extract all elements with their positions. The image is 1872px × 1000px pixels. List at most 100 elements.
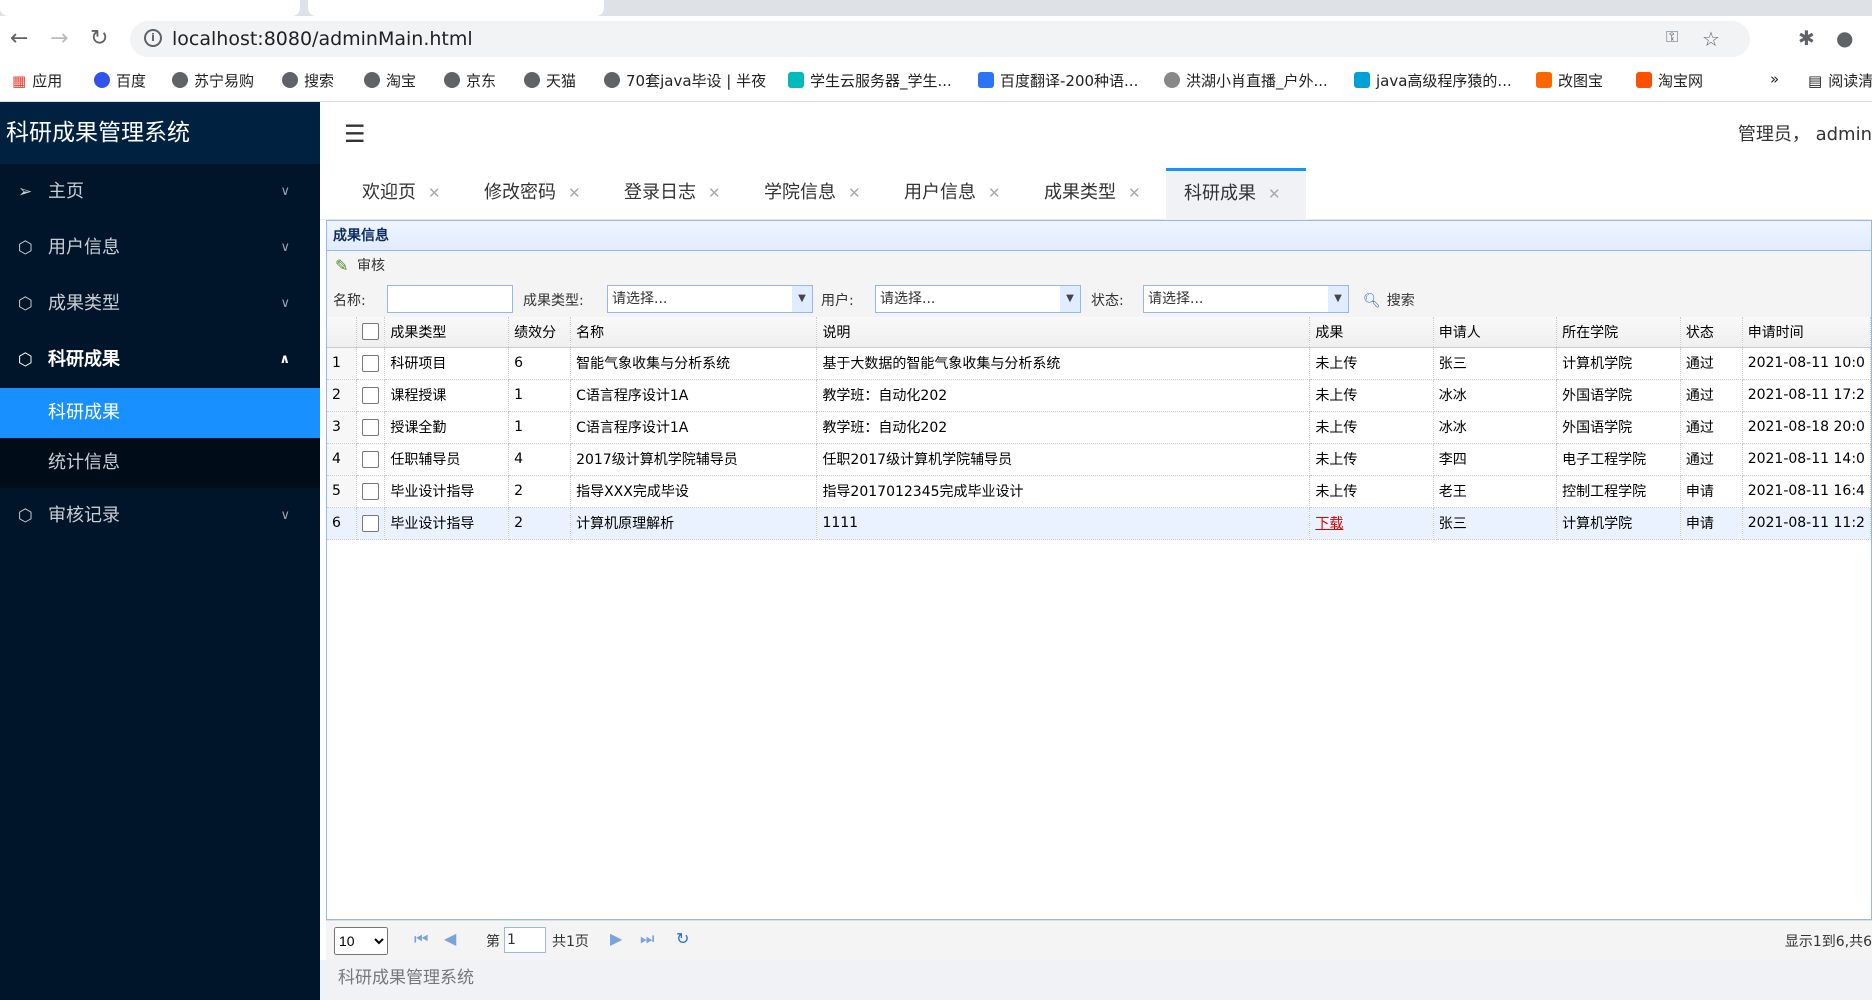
bookmark-item[interactable]: 淘宝网: [1636, 70, 1703, 91]
bookmark-item[interactable]: 70套java毕设 | 半夜: [604, 70, 766, 91]
cell-name: C语言程序设计1A: [570, 379, 818, 412]
next-page-icon[interactable]: ▶: [610, 929, 622, 948]
column-header[interactable]: 申请时间: [1742, 317, 1872, 348]
tab-college-info[interactable]: 学院信息 ✕: [764, 168, 861, 220]
refresh-icon[interactable]: ↻: [676, 929, 689, 948]
column-header[interactable]: 说明: [816, 317, 1311, 348]
row-checkbox[interactable]: [362, 418, 380, 436]
close-icon[interactable]: ✕: [428, 184, 441, 202]
tab-login-log[interactable]: 登录日志 ✕: [624, 168, 721, 220]
cell-result: 未上传: [1309, 411, 1434, 444]
sidebar-item-results[interactable]: ⬡ 科研成果 ∧: [0, 332, 320, 388]
close-icon[interactable]: ✕: [1128, 184, 1141, 202]
menu-toggle-icon[interactable]: ☰: [344, 120, 366, 148]
row-checkbox[interactable]: [362, 514, 380, 532]
sidebar-item-users[interactable]: ⬡ 用户信息 ∨: [0, 220, 320, 276]
status-select[interactable]: 请选择... ▼: [1143, 285, 1349, 313]
bookmark-item[interactable]: 天猫: [524, 70, 576, 91]
submenu-item-statistics[interactable]: 统计信息: [0, 438, 320, 488]
bookmark-item[interactable]: 京东: [444, 70, 496, 91]
row-select-cell[interactable]: [356, 475, 386, 508]
close-icon[interactable]: ✕: [988, 184, 1001, 202]
user-info[interactable]: 管理员， admin: [1738, 120, 1872, 146]
search-button[interactable]: 🔍︎ 搜索: [1363, 290, 1415, 310]
row-select-cell[interactable]: [356, 443, 386, 476]
bookmark-item[interactable]: 洪湖小肖直播_户外...: [1164, 70, 1328, 91]
select-all-checkbox[interactable]: [362, 323, 380, 341]
tab-user-info[interactable]: 用户信息 ✕: [904, 168, 1001, 220]
sidebar-item-home[interactable]: ➢ 主页 ∨: [0, 164, 320, 220]
tab-result-types[interactable]: 成果类型 ✕: [1044, 168, 1141, 220]
page-size-select[interactable]: 10: [334, 927, 388, 955]
bookmark-apps[interactable]: ▦ 应用: [12, 70, 62, 91]
first-page-icon[interactable]: ⏮: [414, 929, 428, 949]
row-checkbox[interactable]: [362, 354, 380, 372]
tab-research-results[interactable]: 科研成果 ✕: [1166, 168, 1306, 220]
last-page-icon[interactable]: ⏭: [640, 929, 654, 949]
bookmark-item[interactable]: 搜索: [282, 70, 334, 91]
close-icon[interactable]: ✕: [708, 184, 721, 202]
row-select-cell[interactable]: [356, 411, 386, 444]
bookmark-item[interactable]: 淘宝: [364, 70, 416, 91]
close-icon[interactable]: ✕: [568, 184, 581, 202]
row-checkbox[interactable]: [362, 482, 380, 500]
download-link[interactable]: 下载: [1315, 516, 1343, 532]
bookmark-item[interactable]: 百度: [94, 70, 146, 91]
table-row[interactable]: 3 授课全勤 1 C语言程序设计1A 教学班：自动化202 未上传 冰冰 外国语…: [327, 411, 1872, 444]
table-header-row: 成果类型 绩效分 名称 说明 成果 申请人 所在学院 状态 申请时间: [327, 317, 1872, 348]
tab-welcome[interactable]: 欢迎页 ✕: [362, 168, 441, 220]
row-checkbox[interactable]: [362, 450, 380, 468]
bookmark-item[interactable]: java高级程序猿的...: [1354, 70, 1512, 91]
column-header[interactable]: 状态: [1680, 317, 1743, 348]
column-header[interactable]: 申请人: [1433, 317, 1558, 348]
sidebar-item-types[interactable]: ⬡ 成果类型 ∨: [0, 276, 320, 332]
column-header[interactable]: 所在学院: [1556, 317, 1681, 348]
prev-page-icon[interactable]: ◀: [444, 929, 456, 948]
tab-change-password[interactable]: 修改密码 ✕: [484, 168, 581, 220]
row-number: 6: [327, 507, 358, 540]
column-header[interactable]: 名称: [570, 317, 818, 348]
row-select-cell[interactable]: [356, 379, 386, 412]
table-row[interactable]: 5 毕业设计指导 2 指导XXX完成毕设 指导2017012345完成毕业设计 …: [327, 475, 1872, 508]
bookmark-item[interactable]: 改图宝: [1536, 70, 1603, 91]
bookmarks-more[interactable]: »: [1770, 70, 1779, 88]
forward-icon[interactable]: →: [50, 26, 68, 51]
submenu-item-results[interactable]: 科研成果: [0, 388, 320, 438]
audit-button[interactable]: 审核: [351, 258, 385, 274]
reload-icon[interactable]: ↻: [90, 26, 108, 51]
profile-icon[interactable]: ●: [1836, 26, 1853, 50]
column-header[interactable]: 成果: [1309, 317, 1434, 348]
close-icon[interactable]: ✕: [848, 184, 861, 202]
row-select-cell[interactable]: [356, 507, 386, 540]
browser-tabstrip: [0, 0, 1872, 16]
close-icon[interactable]: ✕: [1268, 185, 1281, 203]
key-icon[interactable]: ⚿: [1666, 27, 1678, 47]
browser-tab-active[interactable]: [308, 0, 604, 16]
table-row[interactable]: 1 科研项目 6 智能气象收集与分析系统 基于大数据的智能气象收集与分析系统 未…: [327, 347, 1872, 380]
type-select[interactable]: 请选择... ▼: [607, 285, 813, 313]
row-checkbox[interactable]: [362, 386, 380, 404]
page-number-input[interactable]: 1: [504, 927, 546, 953]
table-row[interactable]: 2 课程授课 1 C语言程序设计1A 教学班：自动化202 未上传 冰冰 外国语…: [327, 379, 1872, 412]
site-info-icon[interactable]: i: [144, 29, 162, 47]
table-row[interactable]: 6 毕业设计指导 2 计算机原理解析 1111 下载 张三 计算机学院 申请 2…: [327, 507, 1872, 540]
bookmark-item[interactable]: 苏宁易购: [172, 70, 254, 91]
row-select-cell[interactable]: [356, 347, 386, 380]
back-icon[interactable]: ←: [10, 26, 28, 51]
star-icon[interactable]: ☆: [1702, 27, 1720, 51]
browser-tab[interactable]: [0, 0, 300, 16]
name-input[interactable]: [387, 285, 513, 313]
table-row[interactable]: 4 任职辅导员 4 2017级计算机学院辅导员 任职2017级计算机学院辅导员 …: [327, 443, 1872, 476]
sidebar-item-audit-log[interactable]: ⬡ 审核记录 ∨: [0, 488, 320, 544]
reading-list[interactable]: ▤阅读清单: [1808, 70, 1872, 91]
bookmark-item[interactable]: 百度翻译-200种语...: [978, 70, 1138, 91]
user-select[interactable]: 请选择... ▼: [875, 285, 1081, 313]
select-all-cell[interactable]: [356, 317, 386, 348]
column-header[interactable]: 绩效分: [508, 317, 572, 348]
bookmark-item[interactable]: 学生云服务器_学生...: [788, 70, 952, 91]
cell-score: 2: [508, 475, 572, 508]
pencil-icon: ✎: [335, 256, 349, 275]
column-header[interactable]: 成果类型: [384, 317, 510, 348]
extensions-icon[interactable]: ✱: [1798, 26, 1815, 50]
address-bar[interactable]: i localhost:8080/adminMain.html ☆ ⚿: [130, 21, 1750, 57]
